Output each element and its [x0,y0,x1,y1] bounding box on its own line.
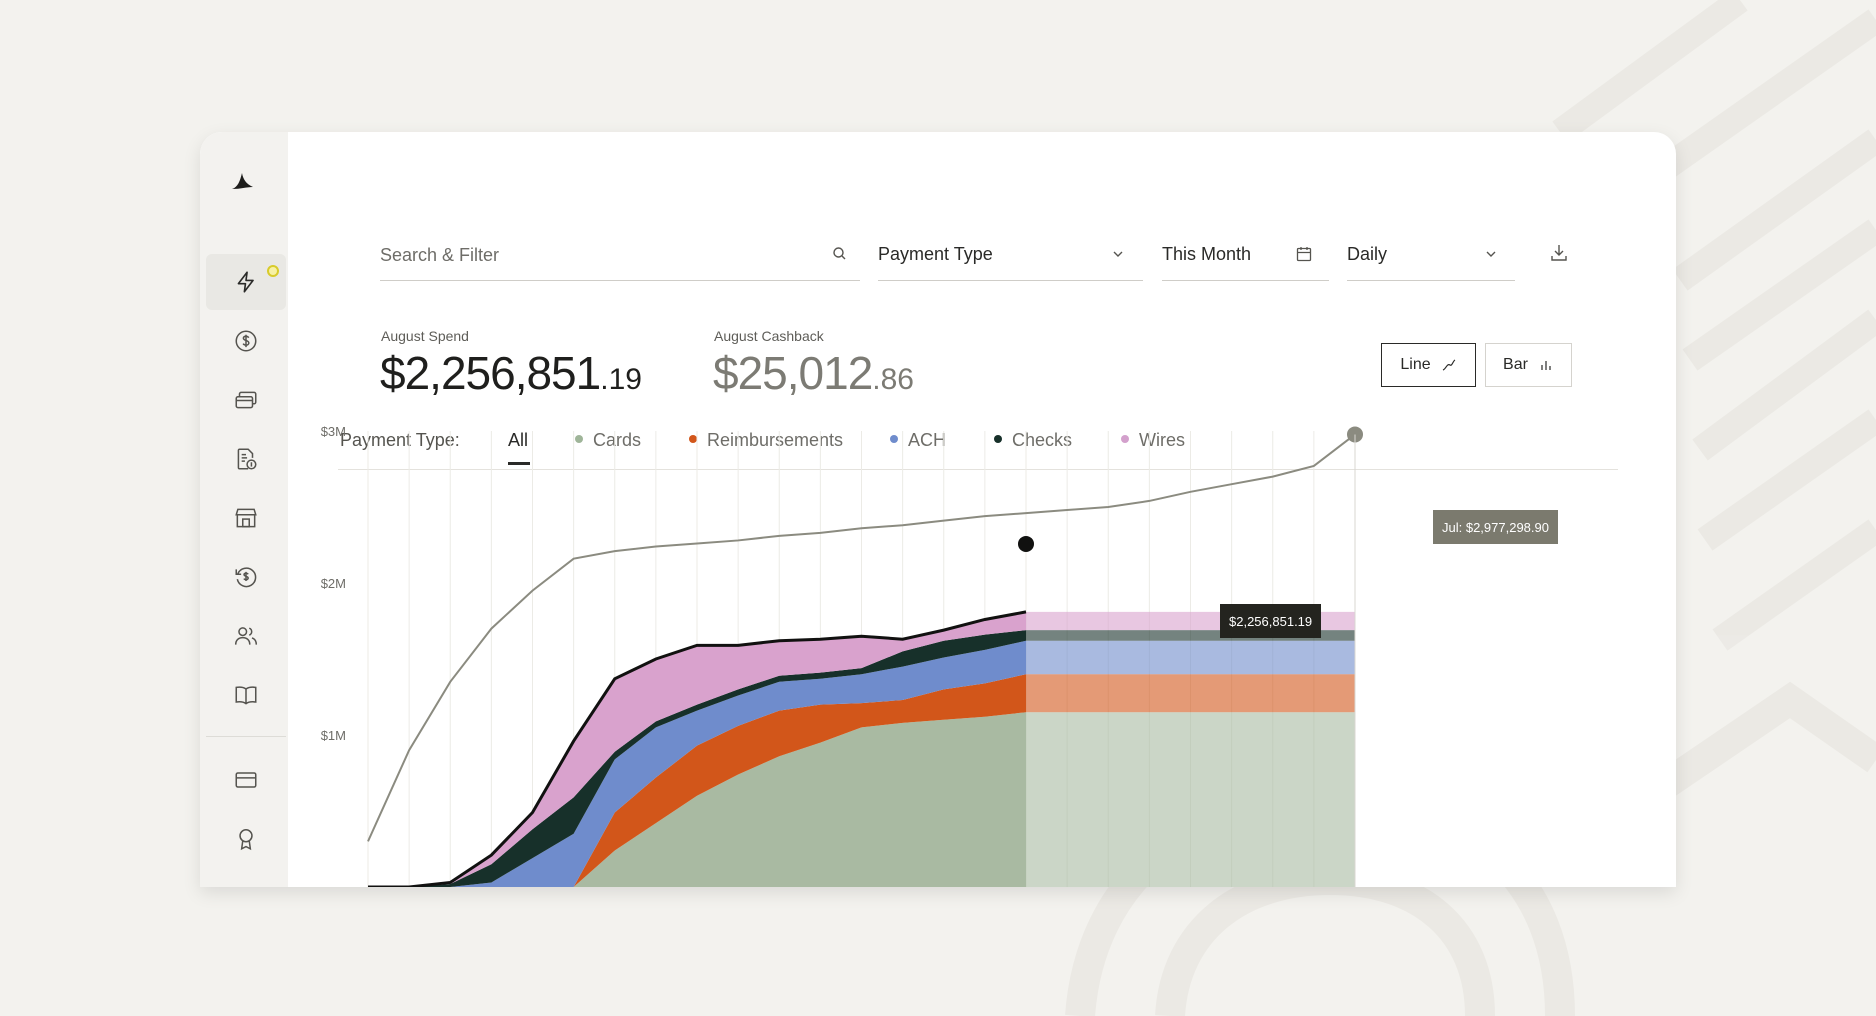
y-tick-label: $2M [321,576,346,591]
current-total-tooltip-text: $2,256,851.19 [1229,613,1313,629]
current-total-point [1018,535,1034,552]
y-tick-label: $1M [321,728,346,743]
app-window: Payment Type This Month Daily August Spe… [200,132,1676,887]
current-total-tooltip: $2,256,851.19 [1220,604,1322,638]
y-tick-label: $3M [321,424,346,439]
projection-reimbursements [1026,674,1355,713]
previous-total-tooltip: Jul: $2,977,298.90 [1433,510,1558,544]
projection-ach [1026,640,1355,675]
projection-cards [1026,712,1355,887]
previous-total-tooltip-text: Jul: $2,977,298.90 [1442,519,1549,535]
